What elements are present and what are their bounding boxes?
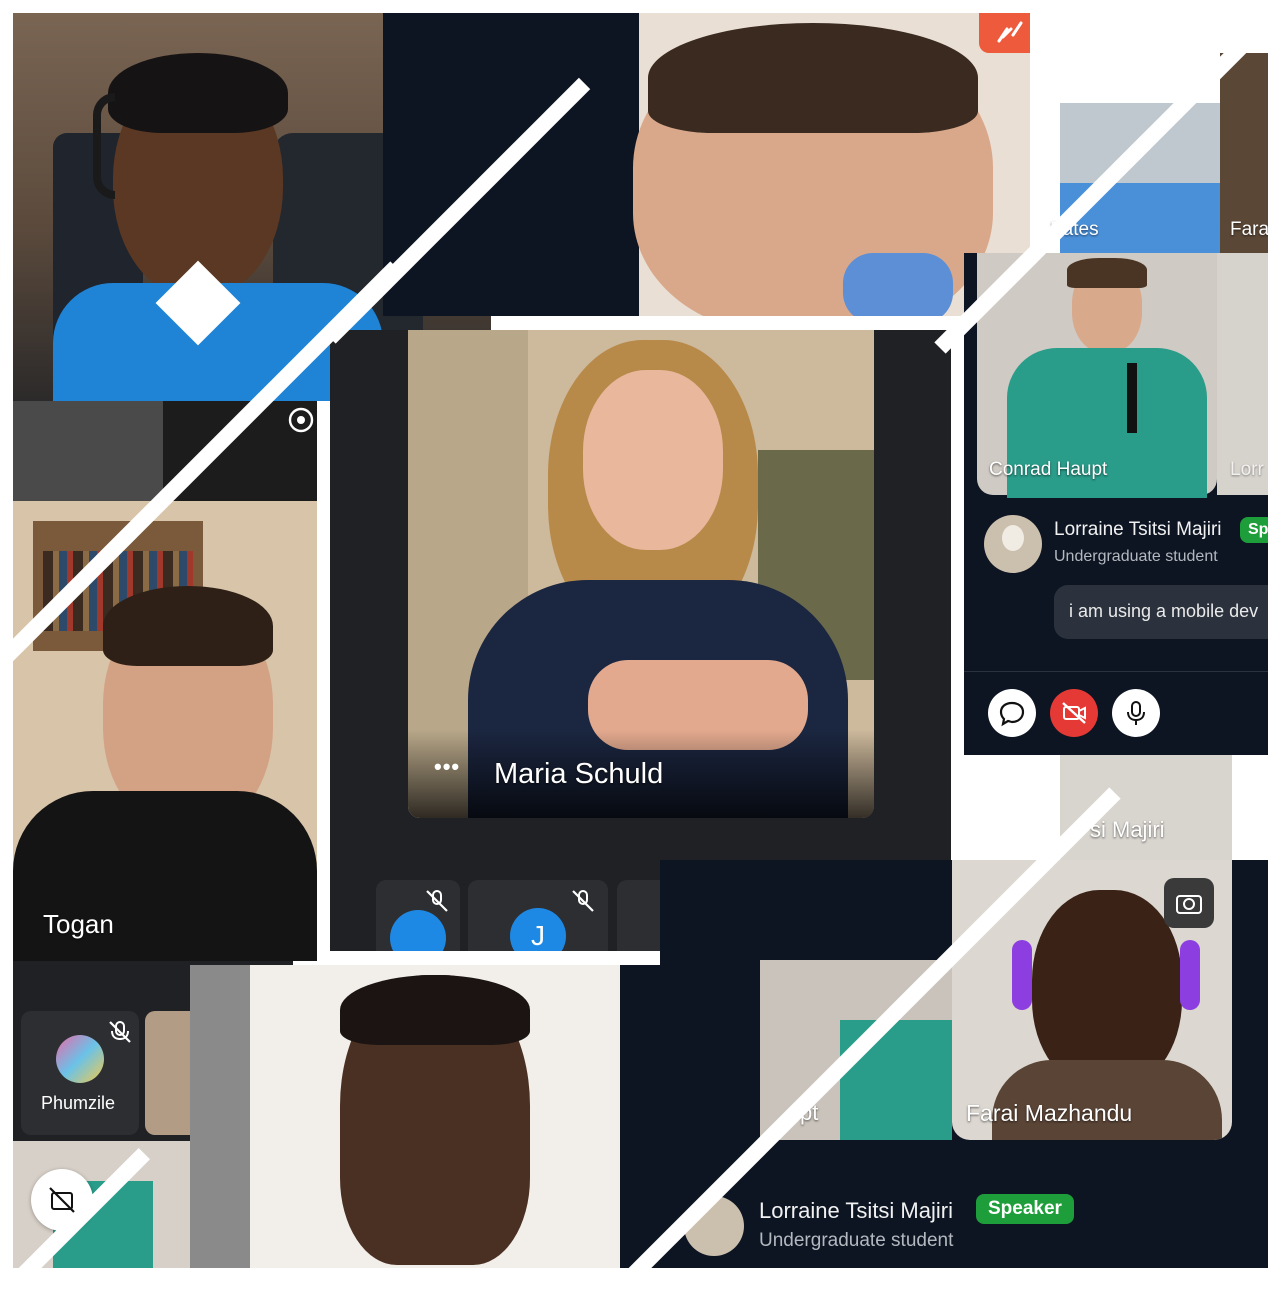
avatar xyxy=(984,515,1042,573)
chat-sender-role-bottom: Undergraduate student xyxy=(759,1230,954,1251)
speaker-badge: Sp xyxy=(1240,517,1268,543)
avatar: J xyxy=(510,908,566,951)
chat-sender-role: Undergraduate student xyxy=(1054,548,1218,565)
participant-name-phumzile: Phumzile xyxy=(41,1093,116,1113)
avatar xyxy=(390,910,446,951)
participant-name-conrad: Conrad Haupt xyxy=(989,459,1108,480)
switch-camera-button[interactable] xyxy=(1164,878,1214,928)
participant-tile-maria: ••• Maria Schuld xyxy=(408,330,874,818)
switch-camera-icon xyxy=(1176,895,1202,914)
participant-tile-togan: Togan xyxy=(13,501,317,961)
meeting-panel-farai: pt Farai Mazhandu Lorraine Tsitsi Majiri… xyxy=(660,860,1268,1268)
dark-gap xyxy=(620,965,660,1268)
microphone-button[interactable] xyxy=(1112,689,1160,737)
chat-message-bubble: i am using a mobile dev xyxy=(1054,585,1268,639)
participant-name-togan: Togan xyxy=(43,909,114,939)
chat-sender-name: Lorraine Tsitsi Majiri xyxy=(1054,519,1222,540)
chat-message-text: i am using a mobile dev xyxy=(1069,601,1259,621)
participant-thumb-1[interactable] xyxy=(376,880,460,951)
rotate-camera-icon[interactable] xyxy=(283,401,317,441)
mic-off-icon xyxy=(109,1021,131,1043)
mic-off-icon xyxy=(426,890,448,912)
participant-name-partial-majiri: si Majiri xyxy=(1090,817,1165,842)
participant-name-maria: Maria Schuld xyxy=(494,758,664,790)
participant-card-phumzile[interactable]: Phumzile xyxy=(21,1011,139,1135)
main-meeting-view: ••• Maria Schuld J xyxy=(330,330,951,951)
microphone-icon xyxy=(1127,701,1145,725)
more-options-icon[interactable]: ••• xyxy=(434,754,460,780)
camera-off-button[interactable] xyxy=(1050,689,1098,737)
meeting-panel-conrad: Conrad Haupt Lorr Lorraine Tsitsi Majiri… xyxy=(964,253,1268,755)
participant-thumb-2[interactable]: J xyxy=(468,880,608,951)
participant-tile-bottom-woman xyxy=(190,965,620,1268)
participant-name-fara: Fara xyxy=(1230,219,1268,240)
participant-name-farai: Farai Mazhandu xyxy=(966,1100,1133,1126)
chat-icon xyxy=(999,701,1025,727)
avatar xyxy=(56,1035,104,1083)
chat-sender-name-bottom: Lorraine Tsitsi Majiri xyxy=(759,1198,953,1223)
speaker-badge-bottom: Speaker xyxy=(976,1194,1074,1224)
partial-tile-right-middle: si Majiri xyxy=(1060,755,1232,860)
screen-share-off-icon xyxy=(49,1187,75,1213)
mic-off-icon xyxy=(572,890,594,912)
video-off-icon xyxy=(1062,702,1086,724)
avatar-letter: J xyxy=(531,920,545,951)
participant-name-lorr: Lorr xyxy=(1230,459,1264,480)
chat-button[interactable] xyxy=(988,689,1036,737)
